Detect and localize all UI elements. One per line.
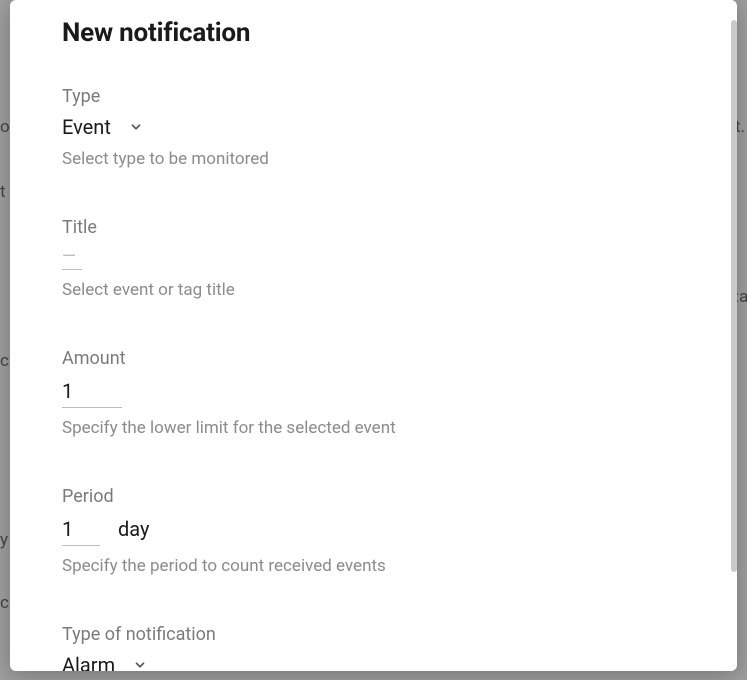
type-label: Type	[62, 86, 685, 107]
type-value: Event	[62, 115, 111, 139]
bg-fragment: c	[0, 593, 9, 613]
field-title: Title — Select event or tag title	[62, 217, 685, 300]
type-helper: Select type to be monitored	[62, 149, 685, 169]
type-select[interactable]: Event	[62, 115, 143, 139]
period-input[interactable]	[62, 515, 100, 546]
scrollbar-thumb[interactable]	[731, 20, 737, 572]
period-unit: day	[118, 517, 149, 541]
chevron-down-icon	[133, 658, 147, 671]
bg-fragment: c	[0, 351, 9, 371]
title-label: Title	[62, 217, 685, 238]
notification-type-select[interactable]: Alarm	[62, 653, 147, 671]
field-amount: Amount Specify the lower limit for the s…	[62, 348, 685, 438]
field-period: Period day Specify the period to count r…	[62, 486, 685, 576]
field-notification-type: Type of notification Alarm	[62, 624, 685, 671]
scrollbar[interactable]	[731, 20, 737, 572]
bg-fragment: y	[0, 530, 8, 550]
notification-type-label: Type of notification	[62, 624, 685, 645]
amount-label: Amount	[62, 348, 685, 369]
chevron-down-icon	[129, 120, 143, 134]
new-notification-modal: New notification Type Event Select type …	[10, 0, 737, 671]
amount-input[interactable]	[62, 377, 122, 408]
period-helper: Specify the period to count received eve…	[62, 556, 685, 576]
title-input[interactable]: —	[62, 246, 82, 270]
period-label: Period	[62, 486, 685, 507]
title-helper: Select event or tag title	[62, 280, 685, 300]
amount-helper: Specify the lower limit for the selected…	[62, 418, 685, 438]
modal-title: New notification	[62, 18, 685, 48]
bg-fragment: t	[0, 182, 6, 202]
modal-body: New notification Type Event Select type …	[10, 0, 737, 671]
field-type: Type Event Select type to be monitored	[62, 86, 685, 169]
notification-type-value: Alarm	[62, 653, 115, 671]
